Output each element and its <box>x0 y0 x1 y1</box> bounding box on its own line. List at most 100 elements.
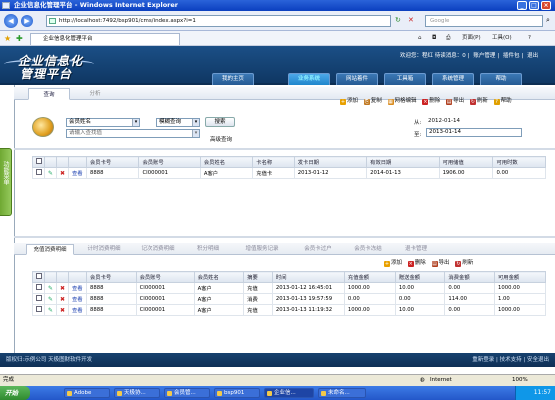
close-button[interactable]: × <box>541 1 551 10</box>
delete-button[interactable]: × 删除 <box>422 96 440 105</box>
tab-card-transfer[interactable]: 会员卡过户 <box>296 244 340 255</box>
checkbox[interactable] <box>36 295 42 301</box>
column-header[interactable]: 卡名称 <box>252 156 295 168</box>
task-button[interactable]: bsp901 <box>214 388 260 398</box>
delete-row-icon[interactable]: ✖ <box>56 282 69 294</box>
query-field-select[interactable]: 会员姓名 ▾ <box>66 118 140 127</box>
search-input[interactable]: Google <box>425 15 543 27</box>
table-row[interactable]: ✎ ✖ 查看 8888 CI000001 A客户 充值卡 2013-01-12 … <box>32 167 546 179</box>
column-header[interactable]: 有效日期 <box>366 156 440 168</box>
task-button[interactable]: Adobe <box>64 388 110 398</box>
safe-exit-link[interactable]: 安全退出 <box>527 357 549 363</box>
refresh-button[interactable]: ↻ 刷新 <box>469 96 488 105</box>
column-header[interactable]: 可用时数 <box>492 156 546 168</box>
detail-delete-button[interactable]: × 删除 <box>407 258 426 267</box>
tab-analysis[interactable]: 分析 <box>74 88 116 100</box>
column-header[interactable]: 可用储值 <box>438 156 494 168</box>
detail-refresh-button[interactable]: ↻ 刷新 <box>455 258 473 267</box>
tab-query[interactable]: 查询 <box>28 88 70 100</box>
search-button[interactable]: 搜索 <box>205 117 235 127</box>
nav-business-system[interactable]: 业务系统 <box>288 73 330 85</box>
column-header[interactable]: 会员账号 <box>135 271 195 283</box>
back-icon[interactable]: ◀ <box>4 14 18 28</box>
advanced-query-link[interactable]: 高级查询 <box>210 135 232 143</box>
column-header[interactable]: 赠送金额 <box>394 271 446 283</box>
edit-icon[interactable]: ✎ <box>44 167 57 179</box>
help-button[interactable]: ? 帮助 <box>493 96 512 105</box>
print-icon[interactable]: ⎙ <box>446 34 450 43</box>
column-header[interactable]: 可用金额 <box>494 271 546 283</box>
forward-icon[interactable]: ▶ <box>21 15 33 27</box>
column-header[interactable]: 摘要 <box>243 271 273 283</box>
grid-edit-button[interactable]: ▦ 网格编辑 <box>387 96 417 105</box>
edit-icon[interactable]: ✎ <box>44 293 57 305</box>
tab-recharge-detail[interactable]: 充值消费明细 <box>26 244 74 255</box>
select-all-header[interactable] <box>32 156 45 168</box>
column-header[interactable]: 消费金额 <box>444 271 495 283</box>
url-input[interactable]: http://localhost:7492/bsp901/cms/index.a… <box>46 15 391 27</box>
edit-icon[interactable]: ✎ <box>44 304 57 316</box>
delete-row-icon[interactable]: ✖ <box>56 304 69 316</box>
start-button[interactable]: 开始 <box>0 386 30 400</box>
nav-website[interactable]: 网站着件 <box>336 73 378 85</box>
minimize-button[interactable]: _ <box>517 1 527 10</box>
copy-button[interactable]: ⎘ 复制 <box>363 96 382 105</box>
task-button-active[interactable]: 企业信... <box>264 388 314 398</box>
checkbox[interactable] <box>36 306 42 312</box>
tools-menu[interactable]: 工具(O) <box>492 34 512 43</box>
checkbox[interactable] <box>36 169 42 175</box>
tab-card-freeze[interactable]: 会员卡冻结 <box>346 244 390 255</box>
row-select[interactable] <box>32 282 45 294</box>
query-value-input[interactable]: 请输入查找值 ▾ <box>66 129 200 138</box>
column-header[interactable]: 会员卡号 <box>85 156 140 168</box>
task-button[interactable]: 会员管... <box>164 388 210 398</box>
column-header[interactable]: 会员姓名 <box>199 156 254 168</box>
view-link[interactable]: 查看 <box>68 167 87 179</box>
feeds-icon[interactable]: ◘ <box>432 34 436 43</box>
nav-my-home[interactable]: 我的主页 <box>212 73 254 85</box>
column-header[interactable]: 充值金额 <box>343 271 396 283</box>
row-select[interactable] <box>32 293 45 305</box>
exit-link[interactable]: 退出 <box>527 53 538 59</box>
tab-timed-detail[interactable]: 计时消费明细 <box>80 244 128 255</box>
checkbox[interactable] <box>36 284 42 290</box>
nav-help[interactable]: 帮助 <box>480 73 522 85</box>
side-menu-tab[interactable]: 功能菜单 <box>0 148 12 216</box>
row-select[interactable] <box>32 304 45 316</box>
view-link[interactable]: 查看 <box>68 304 87 316</box>
table-row[interactable]: ✎ ✖ 查看 8888 CI000001 A客户 充值 2013-01-13 1… <box>32 304 546 316</box>
select-all-header[interactable] <box>32 271 45 283</box>
nav-system-admin[interactable]: 系统管理 <box>432 73 474 85</box>
edit-icon[interactable]: ✎ <box>44 282 57 294</box>
search-icon[interactable]: ⌕ <box>546 16 550 25</box>
add-button[interactable]: + 添加 <box>340 96 358 105</box>
page-menu[interactable]: 页面(P) <box>462 34 481 43</box>
row-select[interactable] <box>32 167 45 179</box>
browser-tab[interactable]: 企业信息化管理平台 <box>30 33 180 45</box>
tab-card-return[interactable]: 退卡管理 <box>396 244 436 255</box>
column-header[interactable]: 会员账号 <box>138 156 201 168</box>
column-header[interactable]: 时间 <box>271 271 345 283</box>
table-row[interactable]: ✎ ✖ 查看 8888 CI000001 A客户 充值 2013-01-12 1… <box>32 282 546 294</box>
plugins-link[interactable]: 插件包 <box>503 53 520 59</box>
checkbox[interactable] <box>36 158 42 164</box>
maximize-button[interactable]: □ <box>529 1 539 10</box>
relogin-link[interactable]: 重新登录 <box>472 357 494 363</box>
column-header[interactable]: 会员卡号 <box>86 271 137 283</box>
task-button[interactable]: 天极协... <box>114 388 160 398</box>
detail-export-button[interactable]: ▤ 导出 <box>431 258 450 267</box>
delete-row-icon[interactable]: ✖ <box>56 293 69 305</box>
query-mode-select[interactable]: 模糊查询 ▾ <box>156 118 200 127</box>
zoom-level[interactable]: 100% <box>512 375 528 386</box>
view-link[interactable]: 查看 <box>68 293 87 305</box>
home-icon[interactable]: ⌂ <box>418 34 422 43</box>
column-header[interactable]: 会员姓名 <box>193 271 245 283</box>
view-link[interactable]: 查看 <box>68 282 87 294</box>
favorites-star-icon[interactable]: ★ <box>4 34 11 43</box>
tab-count-detail[interactable]: 记次消费明细 <box>134 244 182 255</box>
table-row[interactable]: ✎ ✖ 查看 8888 CI000001 A客户 消费 2013-01-13 1… <box>32 293 546 305</box>
help-menu[interactable]: ? <box>528 34 531 43</box>
account-link[interactable]: 账户管理 <box>473 53 495 59</box>
stop-icon[interactable]: ✕ <box>408 16 414 24</box>
to-date-input[interactable]: 2013-01-14 <box>426 128 522 137</box>
